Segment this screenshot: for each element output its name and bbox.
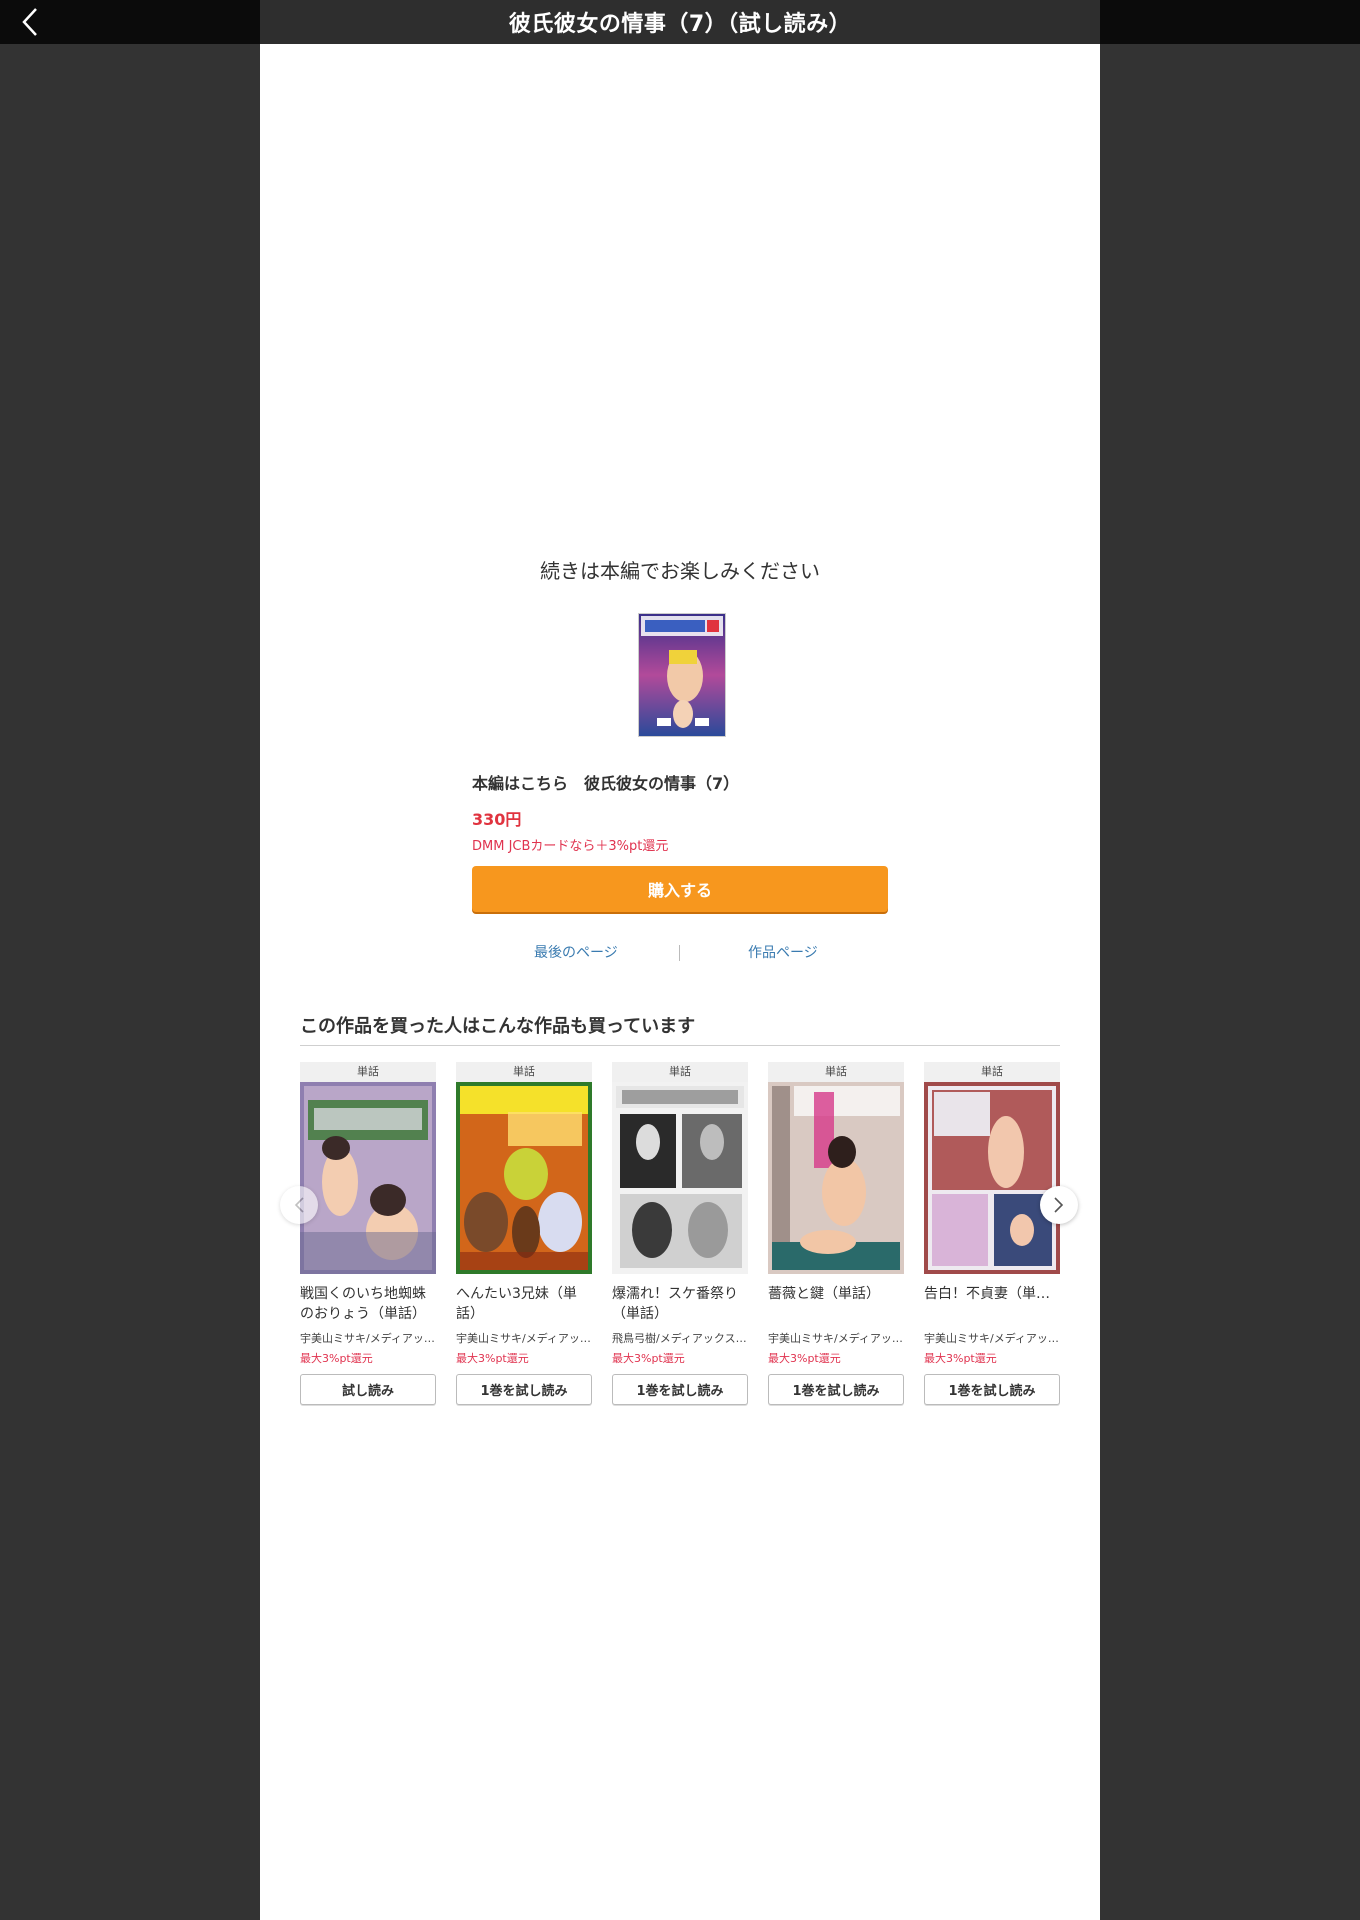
item-author: 宇美山ミサキ/メディアッ… — [924, 1332, 1059, 1345]
last-page-link[interactable]: 最後のページ — [534, 942, 618, 962]
item-title[interactable]: へんたい3兄妹（単話） — [456, 1284, 592, 1324]
item-thumbnail[interactable] — [456, 1082, 592, 1274]
trial-read-button[interactable]: 1巻を試し読み — [456, 1374, 592, 1405]
chevron-left-icon — [22, 8, 37, 36]
item-author: 宇美山ミサキ/メディアッ… — [768, 1332, 903, 1345]
jcb-point-note: DMM JCBカードなら＋3%pt還元 — [472, 839, 669, 854]
item-badge: 単話 — [456, 1062, 592, 1082]
item-title[interactable]: 爆濡れ！スケ番祭り（単話） — [612, 1284, 748, 1324]
item-thumbnail[interactable] — [768, 1082, 904, 1274]
item-point: 最大3%pt還元 — [612, 1352, 685, 1365]
recommend-item[interactable]: 単話 戦国くのいち地蜘蛛のおりょう（単話） 宇美山ミサキ/メディアッ… 最大3%… — [300, 1062, 436, 1405]
title-bar: 彼氏彼女の情事（7）（試し読み） — [260, 0, 1100, 44]
item-badge: 単話 — [300, 1062, 436, 1082]
back-button[interactable] — [14, 6, 46, 38]
chevron-right-icon — [1054, 1197, 1064, 1213]
carousel-next-button[interactable] — [1040, 1186, 1078, 1224]
page-title: 彼氏彼女の情事（7）（試し読み） — [508, 12, 852, 37]
link-divider — [679, 945, 680, 961]
book-cover[interactable] — [638, 613, 726, 737]
carousel-prev-button[interactable] — [280, 1186, 318, 1224]
item-author: 宇美山ミサキ/メディアッ… — [456, 1332, 591, 1345]
recommend-item[interactable]: 単話 へんたい3兄妹（単話） 宇美山ミサキ/メディアッ… 最大3%pt還元 1巻… — [456, 1062, 592, 1405]
price: 330円 — [472, 810, 522, 829]
item-author: 宇美山ミサキ/メディアッ… — [300, 1332, 435, 1345]
item-title[interactable]: 告白！不貞妻（単… — [924, 1284, 1060, 1324]
recommend-carousel: 単話 戦国くのいち地蜘蛛のおりょう（単話） 宇美山ミサキ/メディアッ… 最大3%… — [300, 1062, 1060, 1422]
item-title[interactable]: 薔薇と鍵（単話） — [768, 1284, 904, 1324]
recommend-title: この作品を買った人はこんな作品も買っています — [300, 1016, 696, 1037]
page-links: 最後のページ 作品ページ — [472, 942, 888, 966]
recommend-divider — [300, 1045, 1060, 1046]
item-badge: 単話 — [924, 1062, 1060, 1082]
chevron-left-icon — [294, 1197, 304, 1213]
trial-read-button[interactable]: 1巻を試し読み — [924, 1374, 1060, 1405]
continue-message: 続きは本編でお楽しみください — [540, 559, 820, 583]
item-thumbnail[interactable] — [300, 1082, 436, 1274]
trial-read-button[interactable]: 試し読み — [300, 1374, 436, 1405]
recommend-item[interactable]: 単話 告白！不貞妻（単… 宇美山ミサキ/メディアッ… 最大3%pt還元 1巻を試… — [924, 1062, 1060, 1405]
item-badge: 単話 — [612, 1062, 748, 1082]
item-title[interactable]: 戦国くのいち地蜘蛛のおりょう（単話） — [300, 1284, 436, 1324]
item-badge: 単話 — [768, 1062, 904, 1082]
item-point: 最大3%pt還元 — [924, 1352, 997, 1365]
trial-read-button[interactable]: 1巻を試し読み — [612, 1374, 748, 1405]
item-author: 飛鳥弓樹/メディアックス… — [612, 1332, 747, 1345]
viewer-page: 彼氏彼女の情事（7）（試し読み） 続きは本編でお楽しみください 本編はこちら 彼… — [260, 0, 1100, 1920]
trial-read-button[interactable]: 1巻を試し読み — [768, 1374, 904, 1405]
buy-button[interactable]: 購入する — [472, 866, 888, 912]
recommend-item[interactable]: 単話 爆濡れ！スケ番祭り（単話） 飛鳥弓樹/メディアックス… 最大3%pt還元 — [612, 1062, 748, 1405]
main-volume-link[interactable]: 本編はこちら 彼氏彼女の情事（7） — [472, 770, 739, 794]
item-thumbnail[interactable] — [924, 1082, 1060, 1274]
work-page-link[interactable]: 作品ページ — [748, 942, 818, 962]
recommend-item[interactable]: 単話 薔薇と鍵（単話） 宇美山ミサキ/メディアッ… 最大3%pt還元 1巻を試し… — [768, 1062, 904, 1405]
item-point: 最大3%pt還元 — [300, 1352, 373, 1365]
item-point: 最大3%pt還元 — [768, 1352, 841, 1365]
item-thumbnail[interactable] — [612, 1082, 748, 1274]
item-point: 最大3%pt還元 — [456, 1352, 529, 1365]
